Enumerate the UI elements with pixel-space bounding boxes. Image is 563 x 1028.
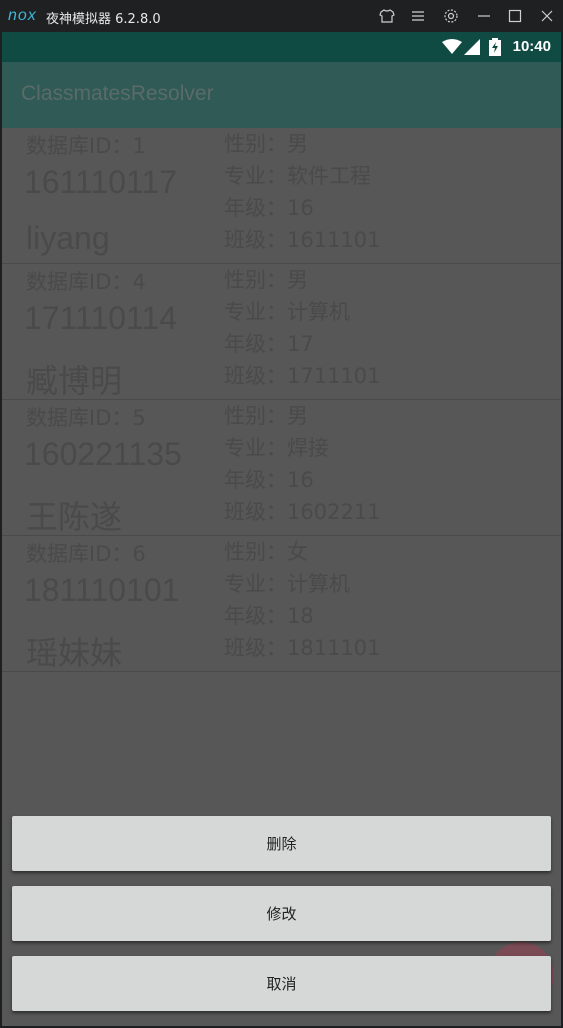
grade-label: 年级：16 [224,468,314,492]
student-number: 181110101 [24,572,180,608]
class-label: 班级：1611101 [224,228,381,252]
db-id-label: 数据库ID：1 [26,134,146,158]
phone-screen: 10:40 ClassmatesResolver 数据库ID：1 1611101… [2,32,561,1026]
major-label: 专业：计算机 [224,300,350,324]
wifi-icon [442,39,462,59]
emulator-title-bar: nox 夜神模拟器 6.2.8.0 [0,0,563,32]
close-icon[interactable] [536,6,558,26]
signal-icon [464,39,482,59]
status-bar: 10:40 [2,32,561,62]
gender-label: 性别：男 [224,404,308,428]
student-number: 171110114 [24,300,178,336]
nox-logo: nox [8,7,37,24]
gender-label: 性别：男 [224,268,308,292]
gender-label: 性别：女 [224,540,308,564]
student-number: 160221135 [24,436,182,472]
class-label: 班级：1811101 [224,636,381,660]
minimize-icon[interactable] [473,6,495,26]
major-label: 专业：软件工程 [224,164,371,188]
class-label: 班级：1711101 [224,364,381,388]
gear-icon[interactable] [440,6,462,26]
db-id-label: 数据库ID：4 [26,270,146,294]
battery-charging-icon [489,38,501,60]
list-item[interactable]: 数据库ID：5 160221135 王陈遂 性别：男 专业：焊接 年级：16 班… [2,400,561,536]
emulator-title: 夜神模拟器 6.2.8.0 [46,12,161,27]
grade-label: 年级：17 [224,332,314,356]
student-list: 数据库ID：1 161110117 liyang 性别：男 专业：软件工程 年级… [2,128,561,672]
edit-button[interactable]: 修改 [12,886,551,941]
cancel-button[interactable]: 取消 [12,956,551,1011]
major-label: 专业：焊接 [224,436,329,460]
app-title: ClassmatesResolver [21,82,214,105]
class-label: 班级：1602211 [224,500,381,524]
gender-label: 性别：男 [224,132,308,156]
menu-icon[interactable] [407,6,429,26]
grade-label: 年级：18 [224,604,314,628]
major-label: 专业：计算机 [224,572,350,596]
grade-label: 年级：16 [224,196,314,220]
student-name: 臧博明 [26,363,123,399]
db-id-label: 数据库ID：6 [26,542,146,566]
maximize-icon[interactable] [504,6,526,26]
student-name: 瑶妹妹 [26,635,123,671]
shirt-icon[interactable] [376,6,398,26]
student-name: 王陈遂 [26,499,123,535]
student-number: 161110117 [24,164,178,200]
list-item[interactable]: 数据库ID：1 161110117 liyang 性别：男 专业：软件工程 年级… [2,128,561,264]
app-bar: ClassmatesResolver [2,62,561,128]
student-name: liyang [26,220,110,256]
list-item[interactable]: 数据库ID：6 181110101 瑶妹妹 性别：女 专业：计算机 年级：18 … [2,536,561,672]
list-item[interactable]: 数据库ID：4 171110114 臧博明 性别：男 专业：计算机 年级：17 … [2,264,561,400]
delete-button[interactable]: 删除 [12,816,551,871]
clock: 10:40 [512,38,551,55]
db-id-label: 数据库ID：5 [26,406,146,430]
